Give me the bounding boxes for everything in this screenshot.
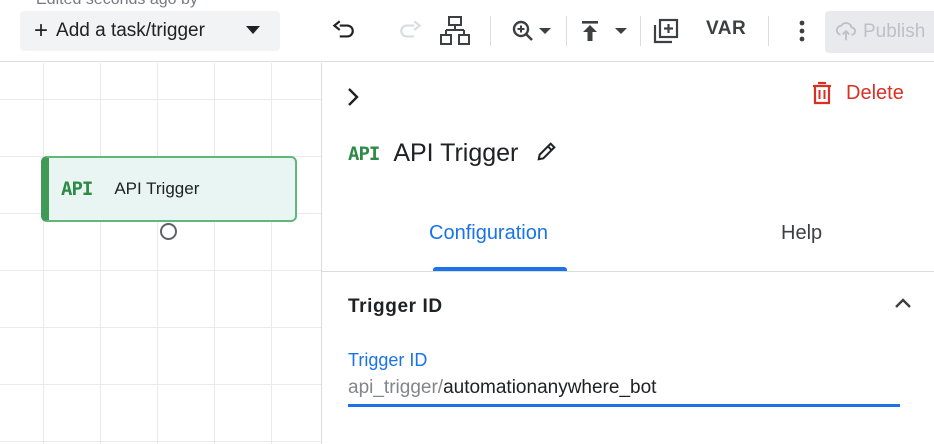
zoom-in-icon[interactable] xyxy=(510,14,554,48)
add-task-trigger-button[interactable]: + Add a task/trigger xyxy=(20,11,280,51)
publish-button[interactable]: Publish xyxy=(825,11,934,53)
toolbar: Edited seconds ago by + Add a task/trigg… xyxy=(0,0,934,62)
edit-pencil-icon[interactable] xyxy=(536,140,558,167)
chevron-up-icon[interactable] xyxy=(892,295,914,316)
node-label: API Trigger xyxy=(114,179,200,198)
section-title: Trigger ID xyxy=(348,296,443,317)
panel-header: API API Trigger xyxy=(348,139,558,168)
trash-icon xyxy=(813,81,831,105)
tab-help[interactable]: Help xyxy=(781,222,822,245)
add-task-trigger-label: Add a task/trigger xyxy=(56,20,205,41)
api-trigger-icon: API xyxy=(61,178,93,200)
active-tab-indicator xyxy=(433,267,567,271)
integration-editor: Edited seconds ago by + Add a task/trigg… xyxy=(0,0,934,444)
toolbar-divider xyxy=(768,16,769,46)
add-box-icon[interactable] xyxy=(650,14,682,48)
tab-configuration[interactable]: Configuration xyxy=(429,222,548,245)
chevron-right-icon[interactable] xyxy=(344,85,362,114)
trigger-id-value: automationanywhere_bot xyxy=(443,377,657,398)
undo-icon[interactable] xyxy=(328,14,358,48)
panel-title: API Trigger xyxy=(393,139,519,167)
delete-button[interactable]: Delete xyxy=(812,81,904,105)
caret-down-icon xyxy=(246,26,260,34)
variables-button[interactable]: VAR xyxy=(706,18,746,40)
redo-icon[interactable] xyxy=(396,14,426,48)
plus-icon: + xyxy=(34,17,49,44)
toolbar-divider xyxy=(566,16,567,46)
node-output-port[interactable] xyxy=(160,223,177,240)
publish-label: Publish xyxy=(863,21,926,42)
delete-label: Delete xyxy=(846,81,904,104)
trigger-id-prefix: api_trigger/ xyxy=(348,377,444,398)
trigger-id-input[interactable]: api_trigger/automationanywhere_bot xyxy=(348,377,656,399)
auto-layout-icon[interactable] xyxy=(438,14,472,48)
more-vert-icon[interactable] xyxy=(790,14,814,48)
workflow-canvas[interactable]: API API Trigger xyxy=(0,63,321,444)
toolbar-divider xyxy=(640,16,641,46)
toolbar-divider xyxy=(490,16,491,46)
input-underline xyxy=(348,404,900,407)
upload-icon[interactable] xyxy=(578,14,630,48)
edited-status-text: Edited seconds ago by xyxy=(36,0,198,9)
api-trigger-icon: API xyxy=(348,142,380,165)
properties-panel: Delete API API Trigger Configuration Hel… xyxy=(321,63,934,444)
panel-tabs: Configuration Help xyxy=(322,208,934,272)
api-trigger-node[interactable]: API API Trigger xyxy=(41,156,297,222)
trigger-id-label: Trigger ID xyxy=(348,350,428,370)
publish-icon xyxy=(835,22,857,41)
